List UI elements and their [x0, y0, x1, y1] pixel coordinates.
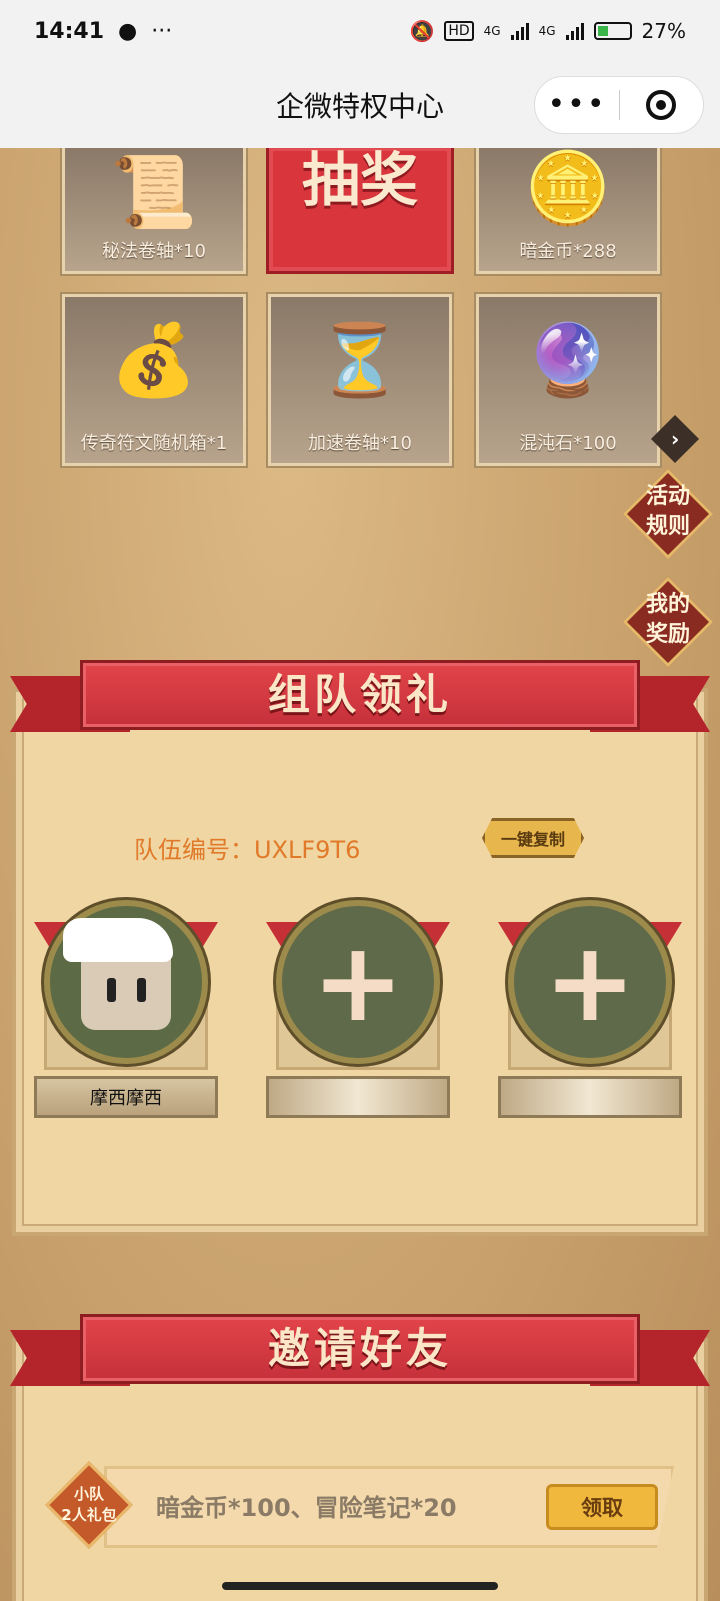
more-notifications-icon: ···: [151, 18, 173, 44]
invite-member-button[interactable]: +: [508, 900, 672, 1064]
chaos-stone-icon: 🔮: [524, 319, 612, 401]
plus-icon: +: [311, 918, 405, 1046]
clock-icon: ●: [118, 18, 138, 44]
member-name: 摩西摩西: [34, 1076, 218, 1118]
scroll-icon: 📜: [110, 151, 198, 233]
draw-button[interactable]: 抽奖: [266, 148, 454, 274]
close-mini-program-button[interactable]: [620, 90, 703, 120]
prize-tile: 🪙 暗金币*288: [476, 148, 660, 274]
activity-rules-button[interactable]: 活动 规则: [622, 468, 714, 560]
character-face: [63, 918, 173, 1030]
member-name: [266, 1076, 450, 1118]
dark-gold-coin-icon: 🪙: [524, 148, 612, 229]
prize-tile: ⏳ 加速卷轴*10: [268, 294, 452, 466]
speed-scroll-icon: ⏳: [316, 319, 404, 401]
capsule-menu: •••: [534, 76, 704, 134]
prize-tile: 💰 传奇符文随机箱*1: [62, 294, 246, 466]
battery-icon: [593, 22, 632, 40]
more-menu-button[interactable]: •••: [535, 76, 619, 134]
team-number: 队伍编号：UXLF9T6: [134, 836, 361, 864]
signal-icon-2: [565, 22, 584, 40]
claim-button[interactable]: 领取: [546, 1484, 658, 1530]
team-member-slot: +: [266, 900, 450, 1120]
team-member-slot: 摩西摩西: [34, 900, 218, 1120]
prize-label: 传奇符文随机箱*1: [80, 433, 228, 454]
prize-tile: 🔮 混沌石*100: [476, 294, 660, 466]
gift-row: 小队 2人礼包 暗金币*100、冒险笔记*20 领取: [44, 1458, 676, 1554]
hd-icon: HD: [444, 21, 474, 41]
prize-tile: 📜 秘法卷轴*10: [62, 148, 246, 274]
invite-member-button[interactable]: +: [276, 900, 440, 1064]
team-banner: 组队领礼: [10, 660, 710, 732]
page-title: 企微特权中心: [275, 90, 444, 123]
rune-bag-icon: 💰: [110, 319, 198, 401]
prize-label: 秘法卷轴*10: [102, 241, 206, 262]
status-bar: 14:41 ● ··· 🔕 HD 4G 4G 27%: [0, 0, 720, 62]
copy-team-number-button[interactable]: 一键复制: [482, 818, 584, 858]
prize-label: 加速卷轴*10: [308, 433, 412, 454]
plus-icon: +: [543, 918, 637, 1046]
network-type-1: 4G: [483, 24, 501, 38]
prize-label: 混沌石*100: [519, 433, 617, 454]
team-title: 组队领礼: [80, 660, 640, 730]
rules-label: 活动 规则: [645, 484, 690, 539]
mini-program-header: 企微特权中心 •••: [0, 62, 720, 148]
gift-badge-label: 小队 2人礼包: [61, 1485, 117, 1524]
home-indicator[interactable]: [222, 1582, 498, 1590]
rewards-label: 我的 奖励: [645, 592, 690, 647]
gift-reward-text: 暗金币*100、冒险笔记*20: [156, 1494, 457, 1522]
mute-bell-icon: 🔕: [409, 19, 435, 43]
network-type-2: 4G: [538, 24, 556, 38]
target-icon: [646, 90, 677, 120]
chevron-right-icon: ›: [670, 427, 680, 451]
battery-level: 27%: [641, 19, 686, 43]
prize-label: 暗金币*288: [519, 241, 617, 262]
gift-badge: 小队 2人礼包: [44, 1460, 134, 1550]
invite-banner: 邀请好友: [10, 1314, 710, 1386]
member-name: [498, 1076, 682, 1118]
signal-icon-1: [510, 22, 529, 40]
avatar: [44, 900, 208, 1064]
team-member-slot: +: [498, 900, 682, 1120]
event-page: 📜 秘法卷轴*10 抽奖 🪙 暗金币*288 💰 传奇符文随机箱*1 ⏳ 加速卷…: [0, 148, 720, 1601]
status-time: 14:41: [34, 18, 105, 44]
my-rewards-button[interactable]: 我的 奖励: [622, 576, 714, 668]
invite-title: 邀请好友: [80, 1314, 640, 1384]
